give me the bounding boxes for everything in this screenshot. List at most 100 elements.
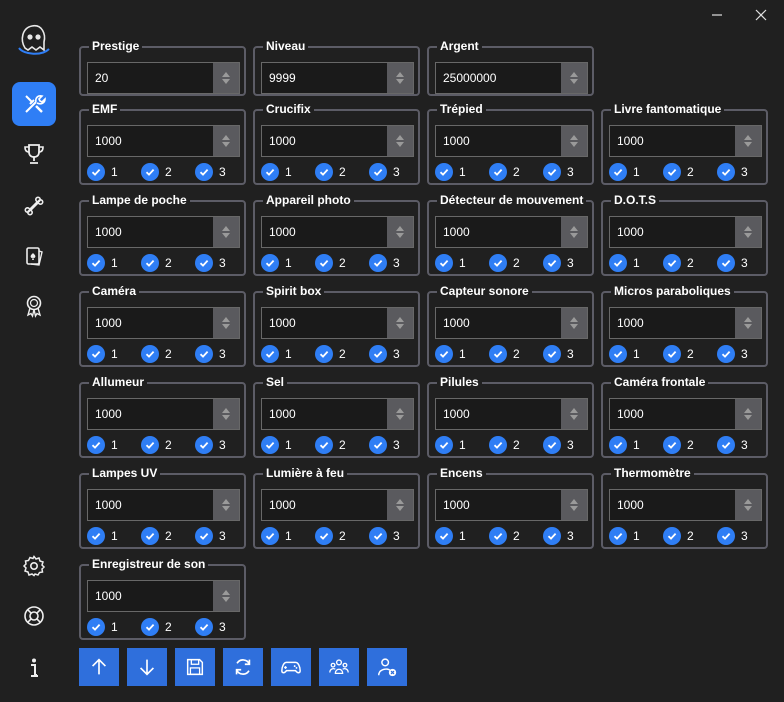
equipment-spinbox[interactable]: [261, 489, 414, 521]
sidebar-item-support[interactable]: [12, 594, 56, 638]
decrement-icon[interactable]: [570, 233, 578, 238]
equipment-quantity-input[interactable]: [436, 399, 561, 429]
tier-checkbox[interactable]: 2: [489, 163, 543, 181]
tier-checkbox[interactable]: 3: [369, 436, 423, 454]
tier-checkbox[interactable]: 2: [663, 527, 717, 545]
equipment-quantity-input[interactable]: [436, 217, 561, 247]
prestige-spinbox[interactable]: [87, 62, 240, 94]
tier-checkbox[interactable]: 3: [369, 163, 423, 181]
tier-checkbox[interactable]: 2: [141, 618, 195, 636]
decrement-icon[interactable]: [744, 324, 752, 329]
increment-icon[interactable]: [744, 226, 752, 231]
increment-icon[interactable]: [396, 226, 404, 231]
equipment-spinbox[interactable]: [261, 307, 414, 339]
tier-checkbox[interactable]: 3: [195, 436, 249, 454]
increment-icon[interactable]: [396, 317, 404, 322]
equipment-spinbox[interactable]: [87, 398, 240, 430]
decrement-icon[interactable]: [396, 506, 404, 511]
equipment-quantity-input[interactable]: [436, 126, 561, 156]
equipment-spinbox[interactable]: [261, 216, 414, 248]
equipment-spinbox[interactable]: [435, 216, 588, 248]
decrement-icon[interactable]: [744, 415, 752, 420]
decrement-icon[interactable]: [570, 142, 578, 147]
increment-icon[interactable]: [744, 135, 752, 140]
tier-checkbox[interactable]: 2: [141, 345, 195, 363]
tier-checkbox[interactable]: 2: [663, 254, 717, 272]
equipment-quantity-input[interactable]: [88, 126, 213, 156]
refresh-button[interactable]: [223, 648, 263, 686]
tier-checkbox[interactable]: 2: [315, 254, 369, 272]
equipment-quantity-input[interactable]: [610, 126, 735, 156]
equipment-stepper[interactable]: [387, 308, 413, 338]
tier-checkbox[interactable]: 2: [315, 436, 369, 454]
argent-stepper[interactable]: [561, 63, 587, 93]
equipment-stepper[interactable]: [561, 308, 587, 338]
equipment-spinbox[interactable]: [87, 489, 240, 521]
increment-icon[interactable]: [396, 135, 404, 140]
tier-checkbox[interactable]: 1: [87, 618, 141, 636]
increment-icon[interactable]: [396, 499, 404, 504]
equipment-stepper[interactable]: [387, 399, 413, 429]
tier-checkbox[interactable]: 1: [435, 254, 489, 272]
tier-checkbox[interactable]: 2: [663, 163, 717, 181]
gamepad-button[interactable]: [271, 648, 311, 686]
prestige-input[interactable]: [88, 63, 213, 93]
equipment-quantity-input[interactable]: [88, 490, 213, 520]
increment-icon[interactable]: [570, 72, 578, 77]
tier-checkbox[interactable]: 2: [489, 436, 543, 454]
equipment-spinbox[interactable]: [87, 216, 240, 248]
tier-checkbox[interactable]: 3: [369, 345, 423, 363]
decrement-icon[interactable]: [222, 597, 230, 602]
equipment-spinbox[interactable]: [87, 125, 240, 157]
increment-icon[interactable]: [222, 499, 230, 504]
equipment-stepper[interactable]: [213, 581, 239, 611]
increment-icon[interactable]: [222, 317, 230, 322]
decrement-icon[interactable]: [222, 233, 230, 238]
increment-icon[interactable]: [396, 72, 404, 77]
tier-checkbox[interactable]: 1: [435, 345, 489, 363]
tier-checkbox[interactable]: 3: [543, 163, 597, 181]
sidebar-item-cards[interactable]: [12, 234, 56, 278]
increment-icon[interactable]: [222, 408, 230, 413]
tier-checkbox[interactable]: 3: [717, 436, 771, 454]
equipment-quantity-input[interactable]: [262, 490, 387, 520]
equipment-stepper[interactable]: [735, 126, 761, 156]
argent-input[interactable]: [436, 63, 561, 93]
tier-checkbox[interactable]: 3: [543, 527, 597, 545]
sidebar-item-trophy[interactable]: [12, 132, 56, 176]
equipment-quantity-input[interactable]: [610, 399, 735, 429]
sidebar-item-tools[interactable]: [12, 82, 56, 126]
team-button[interactable]: [319, 648, 359, 686]
move-down-button[interactable]: [127, 648, 167, 686]
equipment-stepper[interactable]: [735, 308, 761, 338]
tier-checkbox[interactable]: 1: [261, 345, 315, 363]
equipment-quantity-input[interactable]: [262, 126, 387, 156]
tier-checkbox[interactable]: 1: [87, 254, 141, 272]
increment-icon[interactable]: [744, 408, 752, 413]
tier-checkbox[interactable]: 1: [609, 163, 663, 181]
decrement-icon[interactable]: [222, 142, 230, 147]
sidebar-item-info[interactable]: [12, 646, 56, 690]
equipment-stepper[interactable]: [387, 490, 413, 520]
tier-checkbox[interactable]: 1: [609, 345, 663, 363]
tier-checkbox[interactable]: 2: [141, 254, 195, 272]
tier-checkbox[interactable]: 3: [543, 436, 597, 454]
decrement-icon[interactable]: [396, 79, 404, 84]
niveau-spinbox[interactable]: [261, 62, 414, 94]
tier-checkbox[interactable]: 1: [609, 527, 663, 545]
equipment-spinbox[interactable]: [87, 307, 240, 339]
tier-checkbox[interactable]: 1: [261, 436, 315, 454]
equipment-stepper[interactable]: [387, 126, 413, 156]
increment-icon[interactable]: [222, 226, 230, 231]
equipment-stepper[interactable]: [213, 308, 239, 338]
increment-icon[interactable]: [570, 135, 578, 140]
equipment-spinbox[interactable]: [435, 398, 588, 430]
equipment-quantity-input[interactable]: [610, 217, 735, 247]
niveau-input[interactable]: [262, 63, 387, 93]
equipment-quantity-input[interactable]: [88, 217, 213, 247]
increment-icon[interactable]: [222, 72, 230, 77]
tier-checkbox[interactable]: 2: [141, 527, 195, 545]
equipment-stepper[interactable]: [735, 490, 761, 520]
argent-spinbox[interactable]: [435, 62, 588, 94]
tier-checkbox[interactable]: 2: [663, 436, 717, 454]
